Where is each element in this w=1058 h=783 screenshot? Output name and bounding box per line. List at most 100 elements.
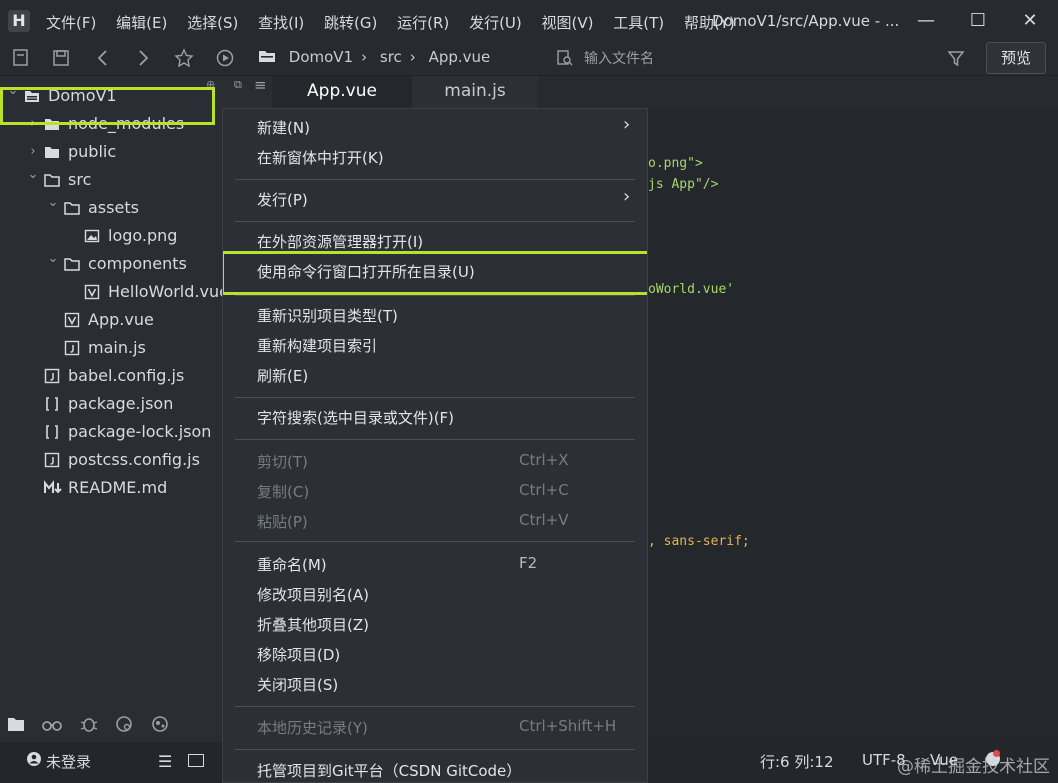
star-icon[interactable] — [173, 47, 195, 69]
context-menu-item[interactable]: 重新识别项目类型(T) — [257, 305, 398, 326]
git-icon[interactable] — [114, 714, 134, 734]
back-icon[interactable] — [92, 47, 114, 69]
tree-item-components[interactable]: ⌄ components — [0, 250, 222, 278]
tree-item-logo-png[interactable]: logo.png — [0, 222, 222, 250]
menu-publish[interactable]: 发行(U) — [469, 12, 522, 33]
watermark: @稀土掘金技术社区 — [897, 757, 1050, 777]
tree-item-label: components — [88, 254, 187, 273]
tree-item-assets[interactable]: ⌄ assets — [0, 194, 222, 222]
tree-item-app-vue[interactable]: App.vue — [0, 306, 222, 334]
context-menu-item[interactable]: 刷新(E) — [257, 365, 308, 386]
menu-goto[interactable]: 跳转(G) — [324, 12, 377, 33]
context-menu-item[interactable]: 在外部资源管理器打开(I) — [257, 231, 423, 252]
tree-item-package-lock-json[interactable]: package-lock.json — [0, 418, 222, 446]
menu-shortcut: Ctrl+X — [519, 451, 569, 469]
json-file-icon — [44, 424, 60, 440]
editor-toolbar: ⧉ ≡ — [222, 76, 272, 108]
breadcrumb-file[interactable]: App.vue — [429, 48, 491, 66]
debug-icon[interactable] — [79, 714, 99, 734]
login-status[interactable]: 未登录 — [46, 751, 91, 772]
chevron-down-icon[interactable]: ⌄ — [46, 245, 60, 273]
context-menu-item[interactable]: 在新窗体中打开(K) — [257, 147, 384, 168]
file-search-placeholder: 输入文件名 — [584, 51, 654, 67]
tab-main-js[interactable]: main.js — [412, 76, 538, 108]
context-menu-item[interactable]: 关闭项目(S) — [257, 674, 338, 695]
tree-item-label: postcss.config.js — [68, 450, 200, 469]
tree-item-babel-config-js[interactable]: babel.config.js — [0, 362, 222, 390]
file-search-input[interactable]: 输入文件名 — [548, 45, 968, 71]
window-title: DomoV1/src/App.vue - ... — [712, 12, 900, 30]
menu-find[interactable]: 查找(I) — [258, 12, 304, 33]
tree-item-label: App.vue — [88, 310, 154, 329]
image-file-icon — [84, 228, 100, 244]
tree-item-main-js[interactable]: main.js — [0, 334, 222, 362]
tree-item-postcss-config-js[interactable]: postcss.config.js — [0, 446, 222, 474]
terminal-icon[interactable] — [188, 754, 204, 767]
code-line: o.png"> — [648, 156, 703, 171]
cursor-position[interactable]: 行:6 列:12 — [760, 751, 834, 772]
context-menu-item[interactable]: 新建(N) — [257, 117, 310, 138]
context-menu-item[interactable]: 托管项目到Git平台（CSDN GitCode） — [257, 760, 521, 781]
minimize-button[interactable]: — — [900, 0, 952, 42]
chevron-down-icon[interactable]: ⌄ — [46, 189, 60, 217]
context-menu-item[interactable]: 移除项目(D) — [257, 644, 340, 665]
plugin-icon[interactable] — [150, 714, 170, 734]
menu-shortcut: Ctrl+V — [519, 511, 569, 529]
explorer-icon[interactable] — [6, 714, 26, 734]
menu-separator — [235, 397, 635, 398]
context-menu-item[interactable]: 字符搜索(选中目录或文件)(F) — [257, 407, 454, 428]
chevron-down-icon[interactable]: ⌄ — [26, 161, 40, 189]
menu-separator — [235, 179, 635, 180]
menu-separator — [235, 541, 635, 542]
user-icon[interactable] — [26, 751, 42, 767]
split-icon[interactable]: ⧉ — [234, 78, 242, 92]
filter-icon[interactable] — [945, 47, 967, 69]
breadcrumb-folder[interactable]: src — [380, 48, 402, 66]
close-button[interactable]: ✕ — [1004, 0, 1056, 42]
breadcrumb-project[interactable]: DomoV1 — [289, 48, 353, 66]
menu-select[interactable]: 选择(S) — [187, 12, 238, 33]
context-menu-item: 本地历史记录(Y) — [257, 719, 368, 737]
context-menu-item[interactable]: 重新构建项目索引 — [257, 335, 377, 356]
tree-item-readme-md[interactable]: README.md — [0, 474, 222, 502]
save-icon[interactable] — [50, 47, 72, 69]
context-menu-item[interactable]: 重命名(M) — [257, 554, 327, 575]
menu-separator — [235, 439, 635, 440]
tree-item-label: HelloWorld.vue — [108, 282, 222, 301]
preview-button[interactable]: 预览 — [986, 42, 1046, 74]
menu-run[interactable]: 运行(R) — [397, 12, 449, 33]
tree-item-src[interactable]: ⌄ src — [0, 166, 222, 194]
menu-tools[interactable]: 工具(T) — [613, 12, 664, 33]
json-file-icon — [44, 396, 60, 412]
forward-icon[interactable] — [132, 47, 154, 69]
code-line: oWorld.vue' — [648, 282, 735, 297]
menu-icon[interactable]: ≡ — [254, 76, 267, 94]
breadcrumb: DomoV1 › src › App.vue — [258, 48, 490, 66]
list-icon[interactable]: ☰ — [158, 752, 172, 771]
binoculars-icon[interactable] — [41, 714, 63, 734]
menu-view[interactable]: 视图(V) — [542, 12, 594, 33]
menu-shortcut: Ctrl+Shift+H — [519, 717, 617, 735]
code-line: js App"/> — [648, 177, 719, 192]
tree-item-label: main.js — [88, 338, 146, 357]
menu-edit[interactable]: 编辑(E) — [116, 12, 167, 33]
maximize-button[interactable]: ☐ — [952, 0, 1004, 42]
tree-item-label: README.md — [68, 478, 168, 497]
context-menu-item[interactable]: 发行(P) — [257, 189, 308, 210]
new-file-icon[interactable] — [10, 47, 32, 69]
menu-file[interactable]: 文件(F) — [46, 12, 96, 33]
menu-shortcut: Ctrl+C — [519, 481, 569, 499]
context-menu-item[interactable]: 折叠其他项目(Z) — [257, 614, 369, 635]
tree-item-helloworld-vue[interactable]: HelloWorld.vue — [0, 278, 222, 306]
chevron-right-icon: › — [361, 48, 368, 66]
folder-open-icon — [64, 256, 80, 272]
tree-item-label: src — [68, 170, 92, 189]
tab-bar: App.vue main.js — [272, 76, 1058, 108]
run-icon[interactable] — [214, 47, 236, 69]
menu-separator — [235, 221, 635, 222]
toolbar: DomoV1 › src › App.vue 输入文件名 预览 — [0, 42, 1058, 76]
tree-item-package-json[interactable]: package.json — [0, 390, 222, 418]
annotation-highlight-box — [223, 251, 647, 295]
context-menu-item[interactable]: 修改项目别名(A) — [257, 584, 369, 605]
tab-app-vue[interactable]: App.vue — [272, 76, 412, 108]
